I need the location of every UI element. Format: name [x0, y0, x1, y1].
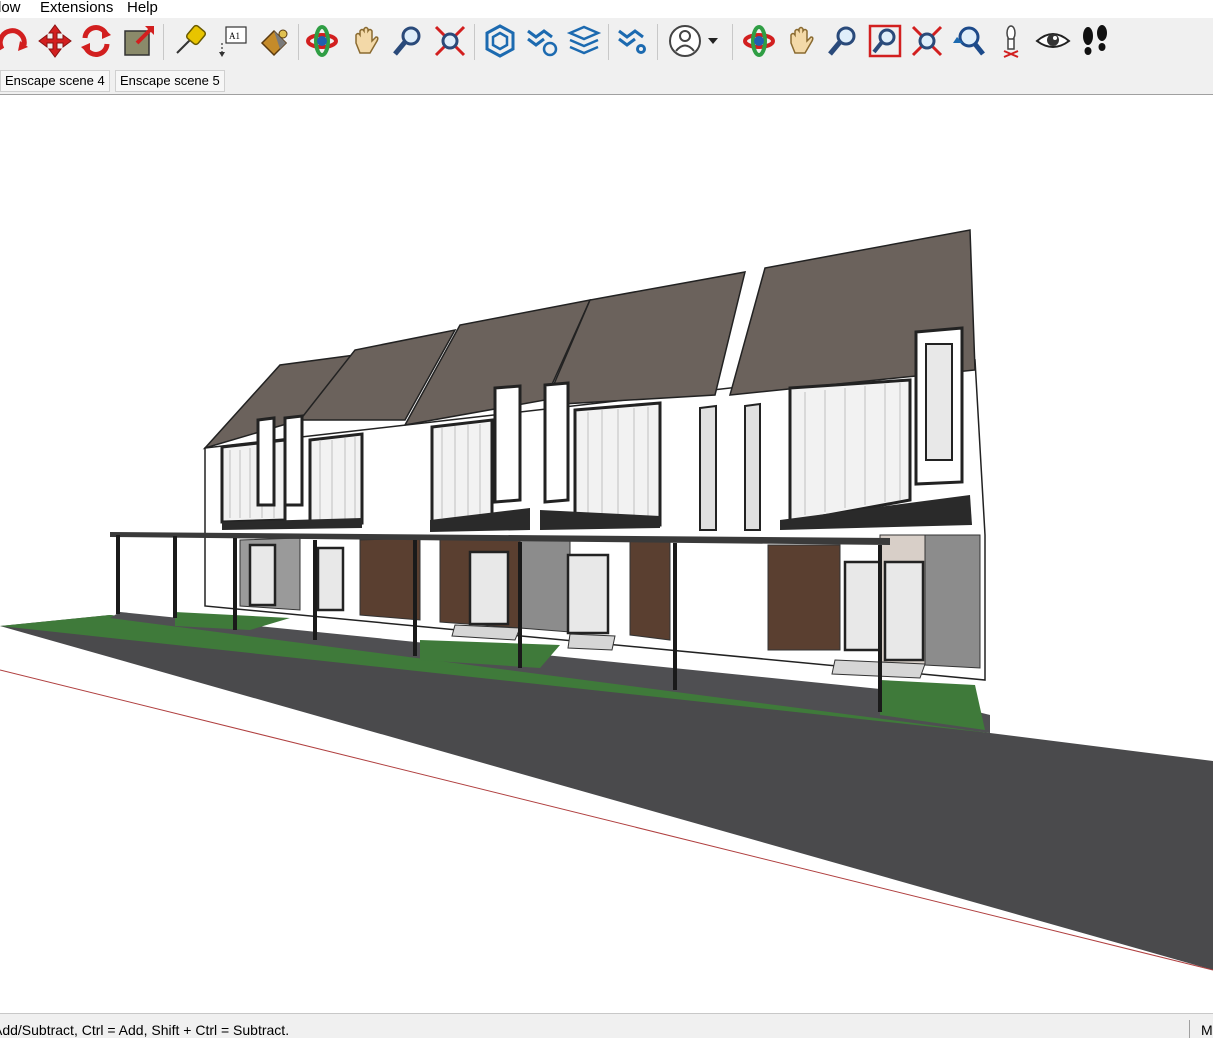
tape-measure-icon[interactable]: [171, 23, 207, 59]
position-camera-icon[interactable]: [993, 23, 1029, 59]
paint-bucket-icon[interactable]: [256, 23, 292, 59]
scene-tab-5[interactable]: Enscape scene 5: [115, 70, 225, 92]
follow-me-icon[interactable]: [0, 23, 32, 59]
roof-gable: [543, 271, 747, 406]
status-hint: Add/Subtract, Ctrl = Add, Shift + Ctrl =…: [0, 1022, 290, 1038]
layer-stack-icon[interactable]: [566, 23, 602, 59]
status-divider: [1189, 1020, 1190, 1038]
townhouse-model: [0, 229, 1213, 971]
zoom-icon[interactable]: [825, 23, 861, 59]
walk-icon[interactable]: [1077, 23, 1113, 59]
status-bar: Add/Subtract, Ctrl = Add, Shift + Ctrl =…: [0, 1013, 1213, 1038]
rotate-icon[interactable]: [78, 23, 114, 59]
orbit-icon[interactable]: [304, 23, 340, 59]
zoom-icon[interactable]: [390, 23, 426, 59]
menu-extensions[interactable]: Extensions: [40, 0, 113, 16]
previous-view-icon[interactable]: [951, 23, 987, 59]
model-viewport[interactable]: [0, 96, 1213, 1013]
move-icon[interactable]: [37, 23, 73, 59]
tag-settings-icon[interactable]: [615, 23, 651, 59]
zoom-extents-icon[interactable]: [909, 23, 945, 59]
tag-visibility-icon[interactable]: [524, 23, 560, 59]
text-label-icon[interactable]: A1: [214, 23, 250, 59]
profile-icon[interactable]: [667, 23, 723, 59]
menu-bar: low Extensions Help: [0, 0, 1213, 18]
menu-window[interactable]: low: [0, 0, 21, 16]
zoom-extents-icon[interactable]: [432, 23, 468, 59]
measurements-box[interactable]: M: [1201, 1022, 1213, 1038]
toolbar: A1: [0, 18, 1213, 68]
scene-tab-4[interactable]: Enscape scene 4: [0, 70, 110, 92]
menu-help[interactable]: Help: [127, 0, 158, 16]
pan-icon[interactable]: [348, 23, 384, 59]
scene-tabs-bar: Enscape scene 4 Enscape scene 5: [0, 68, 1213, 95]
svg-text:A1: A1: [229, 31, 240, 41]
zoom-window-icon[interactable]: [867, 23, 903, 59]
orbit-icon[interactable]: [741, 23, 777, 59]
tag-manager-icon[interactable]: [482, 23, 518, 59]
pan-icon[interactable]: [783, 23, 819, 59]
look-around-icon[interactable]: [1035, 23, 1071, 59]
scale-icon[interactable]: [121, 23, 157, 59]
